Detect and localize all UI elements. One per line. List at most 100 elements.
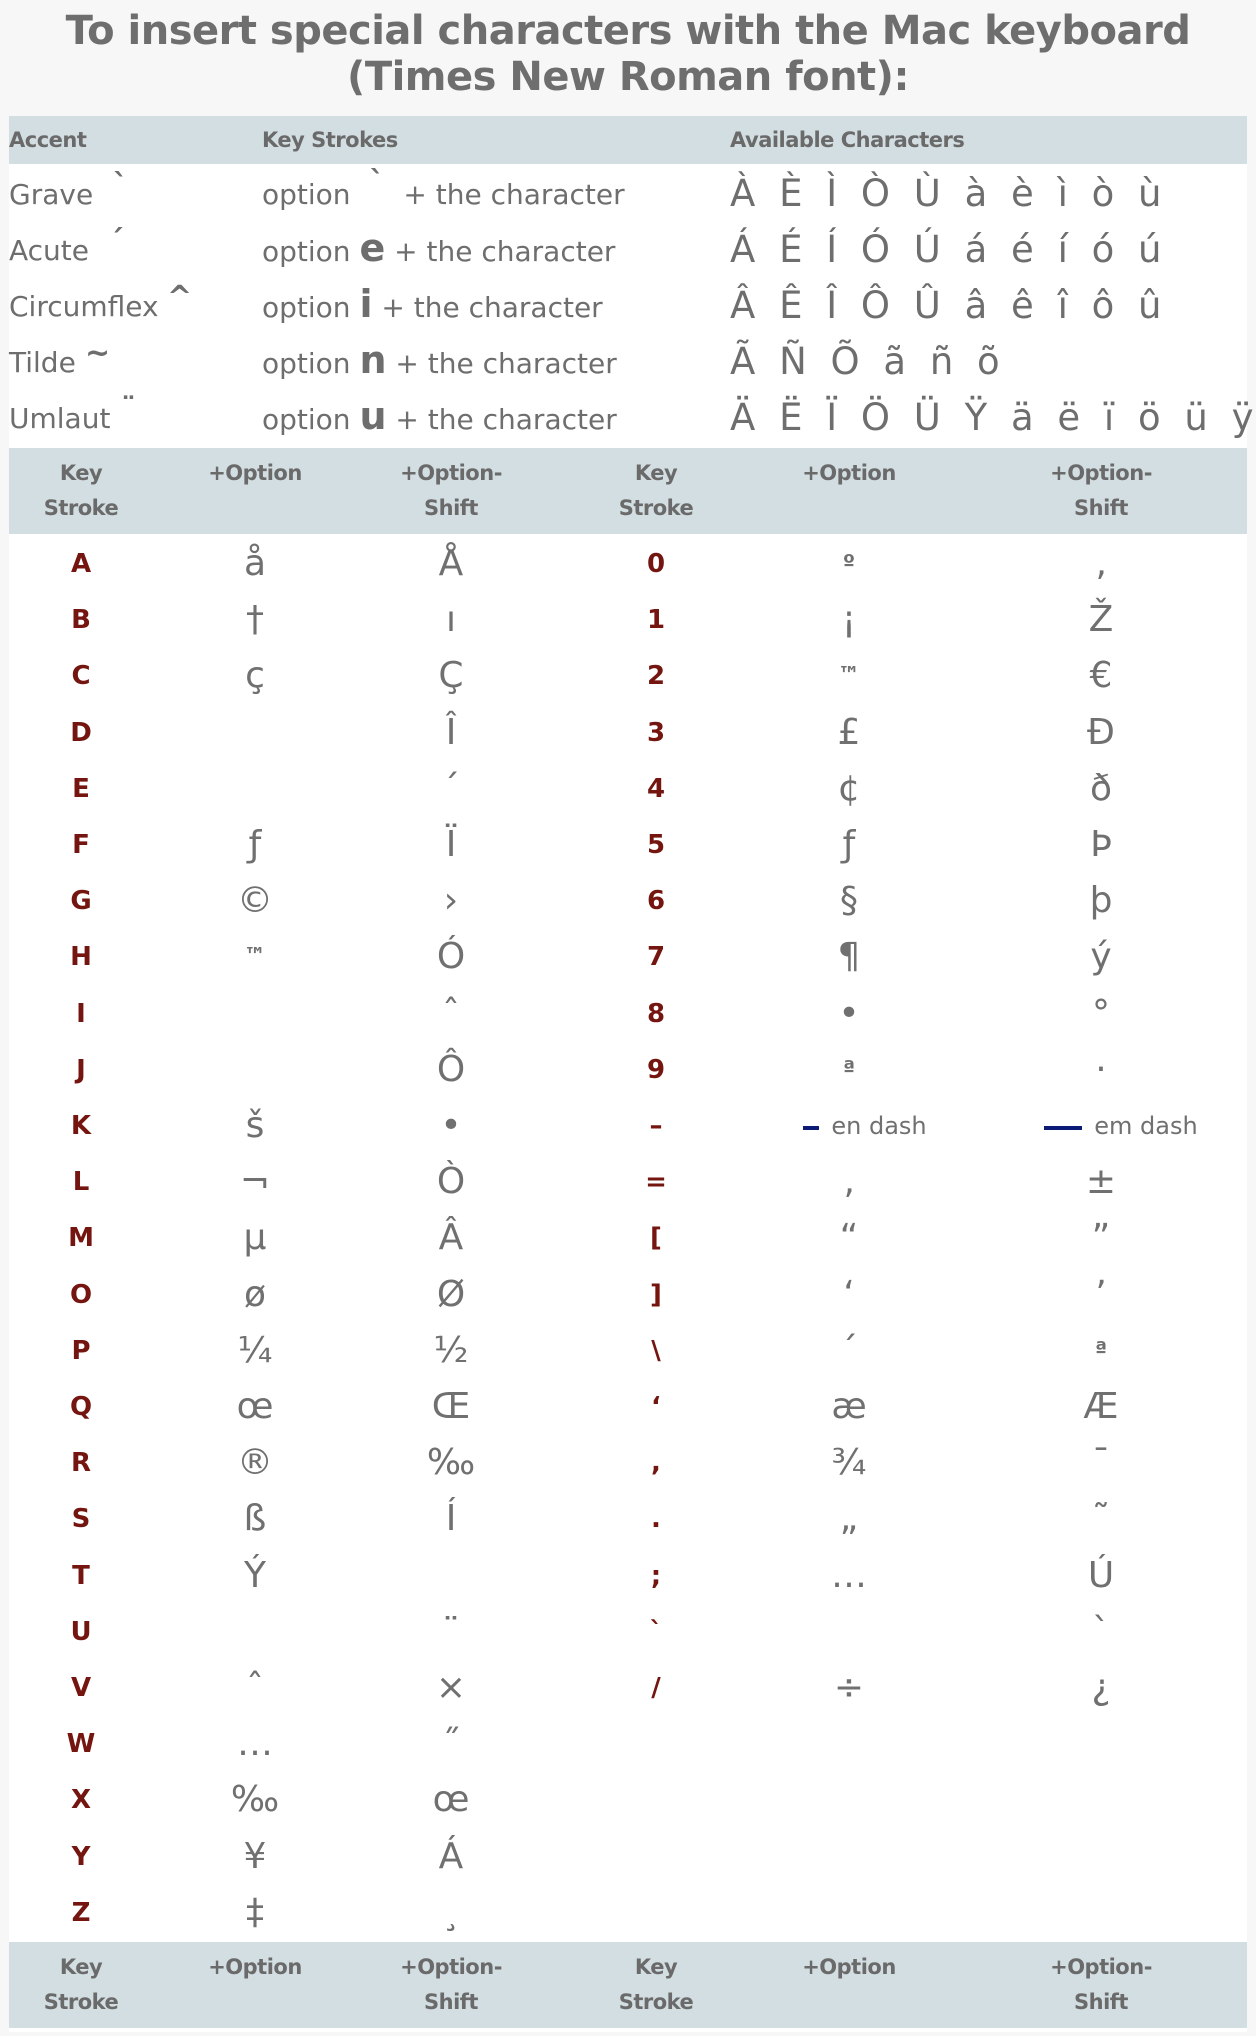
footer-key-stroke-left: Key Stroke bbox=[43, 1955, 119, 2014]
header-key-stroke-right: Key Stroke bbox=[618, 461, 694, 520]
option-shift-character: Ó bbox=[436, 936, 466, 978]
option-shift-character: Ô bbox=[436, 1048, 466, 1090]
table-row: Cç Ç 2 ™ € bbox=[9, 648, 1247, 704]
option-shift-character: ± bbox=[1085, 1161, 1117, 1203]
key-stroke: T bbox=[72, 1560, 90, 1591]
option-label: option bbox=[262, 347, 351, 380]
option-shift-character: ð bbox=[1089, 767, 1113, 809]
accent-key-strokes: option ` + the character bbox=[262, 168, 625, 212]
plus-the-character-label: + the character bbox=[381, 291, 603, 324]
accent-mark-icon: ¨ bbox=[121, 392, 136, 427]
accent-key: n bbox=[359, 338, 387, 382]
table-row: I ˆ 8 • ° bbox=[9, 986, 1247, 1042]
option-shift-character: Æ bbox=[1083, 1386, 1119, 1427]
option-shift-character: ý bbox=[1090, 936, 1112, 978]
option-shift-character: ª bbox=[1094, 1337, 1108, 1363]
available-characters: Ã Ñ Õ ã ñ õ bbox=[730, 340, 1006, 383]
option-character bbox=[155, 1042, 355, 1098]
en-dash-label: en dash bbox=[831, 1112, 927, 1140]
accent-key-strokes: option i + the character bbox=[262, 285, 603, 324]
key-table-header-top: Key Stroke +Option +Option- Shift Key Strok… bbox=[9, 448, 1247, 534]
option-character: … bbox=[831, 1554, 867, 1596]
title-line-1: To insert special characters with the Ma… bbox=[65, 8, 1191, 54]
option-character: æ bbox=[831, 1386, 867, 1427]
option-character: ƒ bbox=[842, 824, 856, 865]
available-characters: Ä Ë Ï Ö Ü Ÿ ä ë ï ö ü ÿ bbox=[730, 396, 1256, 439]
key-stroke: R bbox=[70, 1448, 92, 1479]
key-stroke: [ bbox=[650, 1223, 662, 1254]
accent-key-strokes: option n + the character bbox=[262, 341, 617, 380]
table-row: X ‰ œ bbox=[9, 1772, 1247, 1828]
option-character: £ bbox=[837, 711, 861, 753]
table-row: Aå Å 0 º ‚ bbox=[9, 536, 1247, 592]
accent-name: Grave bbox=[9, 178, 94, 211]
table-row: Sß Í. „ ˜ bbox=[9, 1491, 1247, 1547]
option-shift-character: Ø bbox=[436, 1273, 466, 1315]
option-shift-character: • bbox=[440, 1105, 462, 1146]
option-character: ® bbox=[237, 1442, 273, 1484]
option-shift-character: ½ bbox=[433, 1329, 469, 1371]
option-character: Ý bbox=[244, 1554, 266, 1596]
accent-key: u bbox=[359, 394, 387, 438]
option-shift-character: þ bbox=[1089, 880, 1113, 922]
table-row: G © › 6 § þ bbox=[9, 873, 1247, 929]
table-row: D Î 3 £ Đ bbox=[9, 705, 1247, 761]
key-stroke: 3 bbox=[646, 717, 666, 748]
key-stroke: – bbox=[649, 1111, 663, 1141]
option-character: “ bbox=[839, 1217, 859, 1259]
key-stroke: 4 bbox=[646, 773, 666, 804]
accent-row: Grave ` option ` + the character À È Ì Ò Ù … bbox=[9, 168, 1247, 224]
accent-key: e bbox=[359, 226, 386, 270]
en-dash-icon bbox=[803, 1125, 820, 1130]
option-character: ˆ bbox=[246, 1667, 264, 1708]
accent-table-header: Accent Key Strokes Available Characters bbox=[9, 116, 1247, 164]
option-shift-character: ¯ bbox=[1092, 1442, 1110, 1484]
option-shift-character: ¿ bbox=[1091, 1667, 1111, 1708]
table-row: Kš • – en dash em dash bbox=[9, 1098, 1247, 1154]
option-shift-character: Ž bbox=[1088, 599, 1114, 641]
option-shift-character: Đ bbox=[1087, 711, 1115, 753]
option-shift-character: · bbox=[1095, 1048, 1107, 1090]
table-row: J Ô 9 ª · bbox=[9, 1042, 1247, 1098]
key-stroke: ` bbox=[649, 1616, 663, 1647]
option-shift-character: € bbox=[1089, 655, 1113, 697]
option-shift-character: Ú bbox=[1087, 1554, 1115, 1596]
table-row: Qœ Œ ‘ æ Æ bbox=[9, 1379, 1247, 1435]
table-row: E ´ 4 ¢ ð bbox=[9, 761, 1247, 817]
option-shift-character: ¨ bbox=[442, 1610, 460, 1652]
key-stroke: F bbox=[72, 830, 90, 860]
table-row: V ˆ × / ÷ ¿ bbox=[9, 1660, 1247, 1716]
key-stroke: G bbox=[70, 886, 92, 917]
table-row: Fƒ Ï 5 ƒ Þ bbox=[9, 817, 1247, 873]
table-row: R ® ‰, ¾ ¯ bbox=[9, 1435, 1247, 1491]
key-stroke: Y bbox=[71, 1841, 91, 1872]
accent-row: Circumflex ^ option i + the character Â Ê Î… bbox=[9, 280, 1247, 336]
option-label: option bbox=[262, 235, 351, 268]
option-label: option bbox=[262, 178, 351, 211]
footer-option-left: +Option bbox=[208, 1955, 302, 1979]
available-characters: Â Ê Î Ô Û â ê î ô û bbox=[730, 284, 1168, 327]
option-character bbox=[155, 1604, 355, 1660]
key-stroke: Q bbox=[69, 1392, 93, 1422]
table-row: Mµ Â [“ ” bbox=[9, 1210, 1247, 1266]
key-stroke: X bbox=[70, 1785, 92, 1816]
table-row: L ¬ Ò = ‚ ± bbox=[9, 1154, 1247, 1210]
key-table-header-bottom: Key Stroke +Option +Option- Shift Key Strok… bbox=[9, 1942, 1247, 2028]
option-character: ¼ bbox=[237, 1329, 273, 1371]
accent-name: Circumflex bbox=[9, 290, 159, 323]
option-shift-character: Ò bbox=[436, 1161, 466, 1203]
option-character bbox=[155, 705, 355, 761]
option-shift-character: ’ bbox=[1095, 1273, 1107, 1315]
option-character: ¡ bbox=[841, 599, 857, 641]
accent-key-strokes: option u + the character bbox=[262, 397, 617, 436]
key-stroke: 6 bbox=[646, 886, 666, 917]
key-stroke: K bbox=[70, 1111, 92, 1141]
option-character: ™ bbox=[838, 663, 860, 689]
option-character: µ bbox=[243, 1217, 267, 1259]
key-stroke: U bbox=[70, 1616, 92, 1647]
key-stroke: B bbox=[71, 605, 91, 636]
accent-name: Tilde bbox=[9, 346, 76, 379]
option-shift-character: ˜ bbox=[1092, 1498, 1110, 1540]
option-shift-character: Œ bbox=[431, 1386, 471, 1427]
key-stroke: 5 bbox=[646, 830, 666, 860]
